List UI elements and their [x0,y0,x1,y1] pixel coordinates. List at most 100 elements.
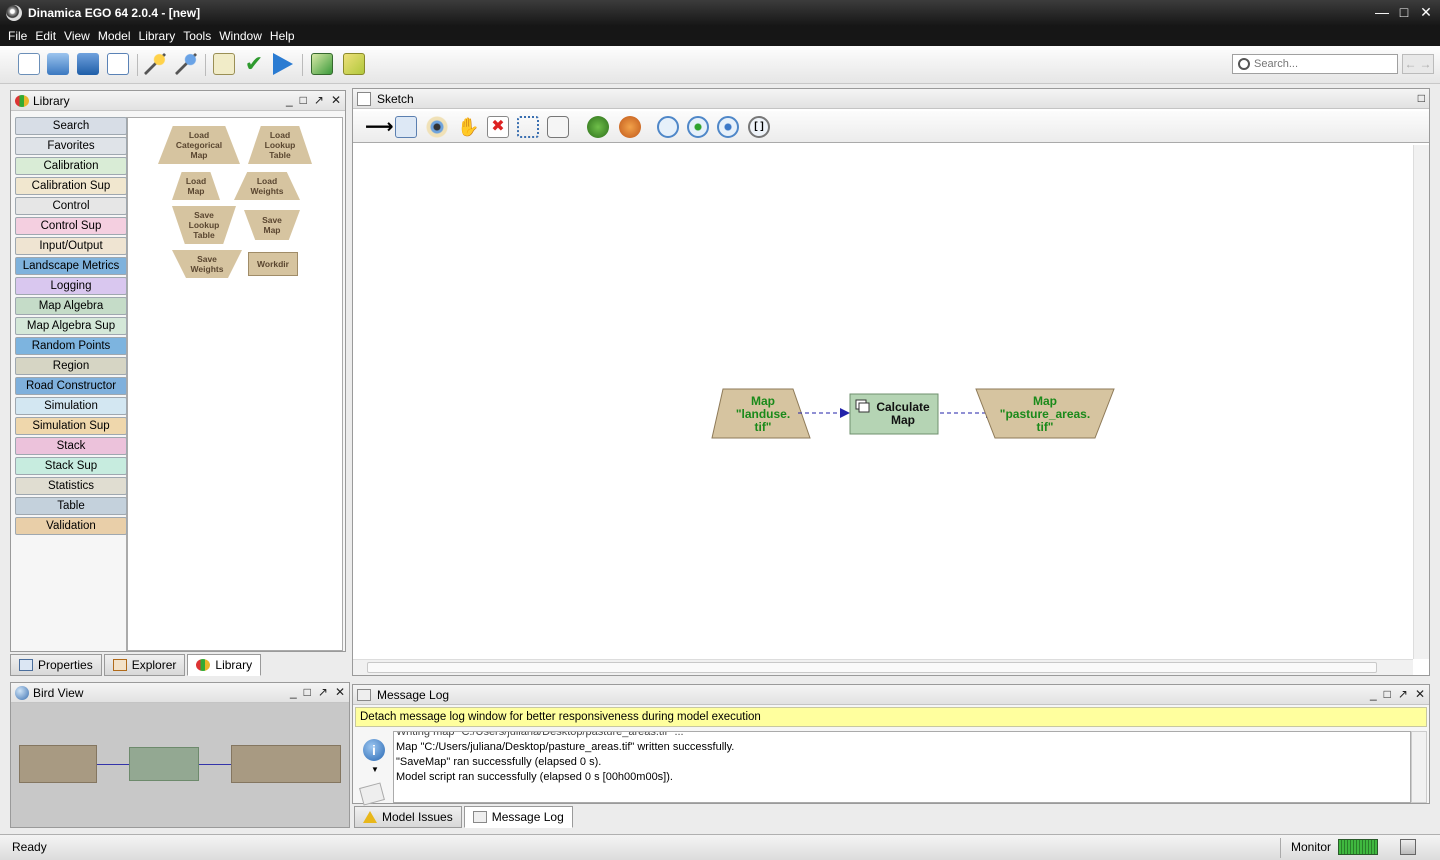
library-item-save-map[interactable]: Save Map [244,210,300,240]
panel-close-icon[interactable]: ✕ [331,93,341,107]
sketch-horizontal-scrollbar[interactable] [353,659,1413,675]
category-calibration-sup[interactable]: Calibration Sup [15,177,127,195]
magic-wand-icon[interactable] [144,53,166,75]
search-input[interactable] [1254,58,1394,70]
category-region[interactable]: Region [15,357,127,375]
log-line: Model script ran successfully (elapsed 0… [396,771,673,783]
menu-model[interactable]: Model [94,29,135,43]
eye-icon[interactable] [426,116,448,138]
menu-view[interactable]: View [60,29,94,43]
sketch-canvas[interactable]: Map "landuse. tif" Calculate Map Map "pa… [353,145,1413,659]
menu-bar: File Edit View Model Library Tools Windo… [0,26,1440,46]
minimize-icon[interactable]: — [1374,4,1390,21]
bird-minimize-icon[interactable]: _ [290,685,297,699]
category-map-algebra[interactable]: Map Algebra [15,297,127,315]
category-favorites[interactable]: Favorites [15,137,127,155]
search-box[interactable] [1232,54,1398,74]
group-orange-icon[interactable] [619,116,641,138]
category-calibration[interactable]: Calibration [15,157,127,175]
category-stack-sup[interactable]: Stack Sup [15,457,127,475]
monitor-meter[interactable] [1338,839,1378,855]
library-item-load-map[interactable]: Load Map [172,172,220,200]
log-close-icon[interactable]: ✕ [1415,687,1425,701]
bird-detach-icon[interactable]: ↗ [318,685,328,699]
menu-window[interactable]: Window [215,29,266,43]
maximize-icon[interactable]: □ [1396,4,1412,21]
tab-library[interactable]: Library [187,654,262,676]
panel-detach-icon[interactable]: ↗ [314,93,324,107]
menu-help[interactable]: Help [266,29,299,43]
library-item-load-lookup-table[interactable]: Load Lookup Table [248,126,312,164]
edit-icon[interactable] [107,53,129,75]
library-item-load-weights[interactable]: Load Weights [234,172,300,200]
zoom-reset-icon[interactable]: [ ] [748,116,770,138]
magic-wand-blue-icon[interactable] [175,53,197,75]
delete-icon[interactable]: ✖ [487,116,509,138]
log-detach-icon[interactable]: ↗ [1398,687,1408,701]
library-item-save-lookup-table[interactable]: Save Lookup Table [172,206,236,244]
checklist-icon[interactable] [213,53,235,75]
info-icon[interactable]: i [363,739,385,761]
map-view-icon[interactable] [311,53,333,75]
category-random-points[interactable]: Random Points [15,337,127,355]
sketch-maximize-icon[interactable]: □ [1418,91,1425,105]
close-icon[interactable]: ✕ [1418,4,1434,21]
save-icon[interactable] [77,53,99,75]
comment-icon[interactable] [547,116,569,138]
log-filter-dropdown-icon[interactable]: ▼ [371,765,379,774]
menu-file[interactable]: File [4,29,31,43]
menu-library[interactable]: Library [135,29,180,43]
select-arrow-icon[interactable]: ⟶ [365,116,394,138]
zoom-in-icon[interactable] [687,116,709,138]
category-landscape-metrics[interactable]: Landscape Metrics [15,257,127,275]
log-minimize-icon[interactable]: _ [1370,687,1377,701]
log-maximize-icon[interactable]: □ [1384,687,1391,701]
category-control[interactable]: Control [15,197,127,215]
tab-properties[interactable]: Properties [10,654,102,676]
search-nav-arrows[interactable]: ← → [1402,54,1434,74]
category-input-output[interactable]: Input/Output [15,237,127,255]
message-log-text[interactable]: Writing map "C:/Users/juliana/Desktop/pa… [393,731,1411,803]
hand-icon[interactable]: ✋ [457,116,479,138]
menu-tools[interactable]: Tools [179,29,215,43]
category-stack[interactable]: Stack [15,437,127,455]
category-search[interactable]: Search [15,117,127,135]
clear-log-icon[interactable] [359,782,385,806]
menu-edit[interactable]: Edit [31,29,60,43]
category-statistics[interactable]: Statistics [15,477,127,495]
memory-icon[interactable] [1400,839,1416,855]
category-simulation-sup[interactable]: Simulation Sup [15,417,127,435]
detach-banner[interactable]: Detach message log window for better res… [355,707,1427,727]
bird-close-icon[interactable]: ✕ [335,685,345,699]
category-logging[interactable]: Logging [15,277,127,295]
category-table[interactable]: Table [15,497,127,515]
open-folder-icon[interactable] [47,53,69,75]
bird-maximize-icon[interactable]: □ [304,685,311,699]
new-file-icon[interactable] [18,53,40,75]
library-item-save-weights[interactable]: Save Weights [172,250,242,278]
tab-explorer[interactable]: Explorer [103,654,186,676]
library-item-workdir[interactable]: Workdir [248,252,298,276]
package-icon[interactable] [343,53,365,75]
category-road-constructor[interactable]: Road Constructor [15,377,127,395]
category-map-algebra-sup[interactable]: Map Algebra Sup [15,317,127,335]
zoom-out-icon[interactable] [717,116,739,138]
list-view-icon[interactable] [395,116,417,138]
tab-message-log[interactable]: Message Log [463,806,573,828]
panel-maximize-icon[interactable]: □ [300,93,307,107]
run-icon[interactable] [273,53,293,75]
select-all-icon[interactable] [517,116,539,138]
library-item-load-categorical-map[interactable]: Load Categorical Map [158,126,240,164]
log-vertical-scrollbar[interactable] [1411,731,1427,803]
category-control-sup[interactable]: Control Sup [15,217,127,235]
sketch-vertical-scrollbar[interactable] [1413,145,1429,659]
check-icon[interactable]: ✔ [243,53,265,75]
group-green-icon[interactable] [587,116,609,138]
panel-minimize-icon[interactable]: _ [286,93,293,107]
tab-model-issues[interactable]: Model Issues [354,806,462,828]
category-validation[interactable]: Validation [15,517,127,535]
zoom-fit-icon[interactable] [657,116,679,138]
category-label: Search [52,120,90,132]
category-simulation[interactable]: Simulation [15,397,127,415]
bird-view-canvas[interactable] [11,703,349,827]
